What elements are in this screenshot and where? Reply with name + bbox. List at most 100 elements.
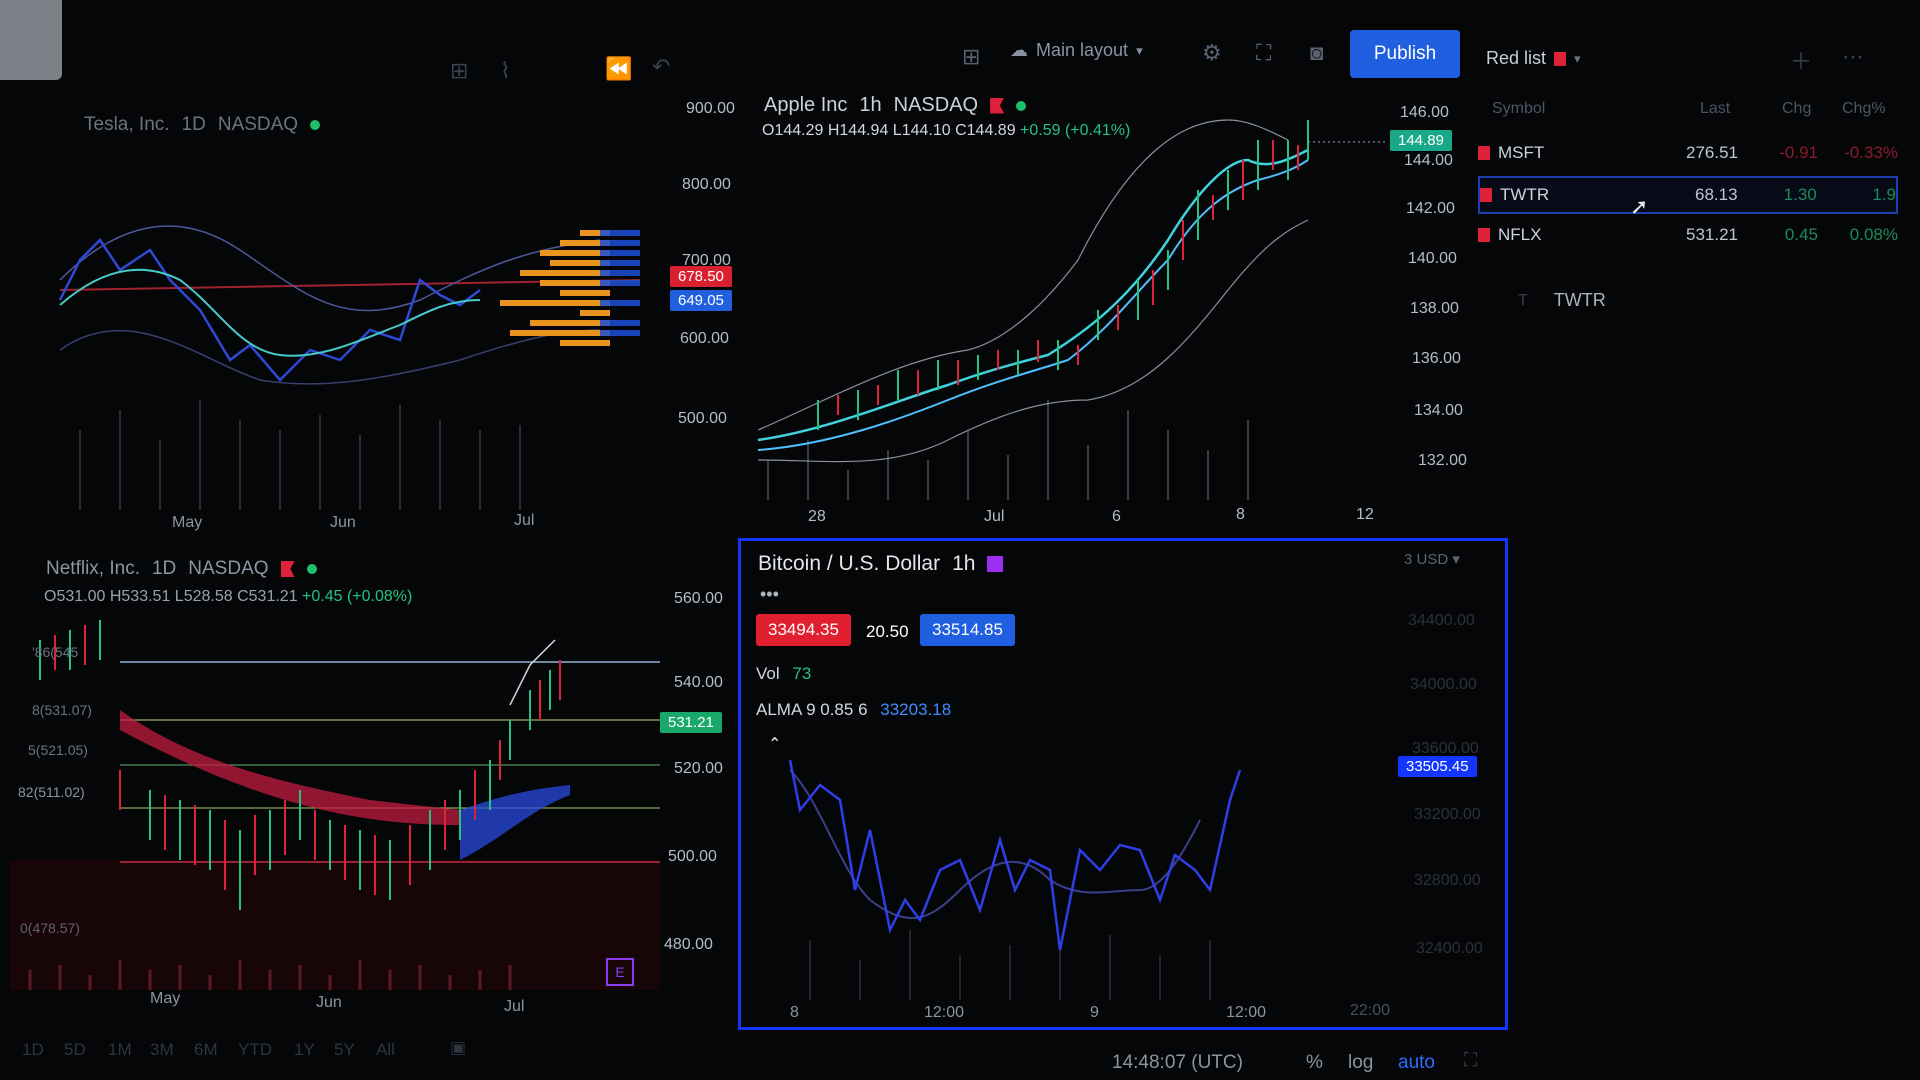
netflix-legend[interactable]: Netflix, Inc. 1D NASDAQ — [46, 558, 317, 580]
compare-icon[interactable]: ⌇ — [500, 58, 511, 84]
alma-indicator: ALMA 9 0.85 6 33203.18 — [756, 700, 951, 720]
timeframe-all[interactable]: All — [376, 1040, 395, 1060]
time-tick: May — [172, 514, 203, 531]
watchlist-row-selected[interactable]: TWTR 68.13 1.30 1.9 — [1478, 176, 1898, 214]
price-tick: 138.00 — [1410, 300, 1459, 317]
row-chg-pct: 1.9 — [1872, 185, 1896, 204]
calendar-icon[interactable]: ▣ — [450, 1038, 466, 1058]
auto-toggle[interactable]: auto — [1398, 1052, 1435, 1074]
watchlist-row[interactable]: MSFT 276.51 -0.91 -0.33% — [1478, 134, 1898, 172]
volume-bars — [79, 400, 521, 510]
flag-icon — [1478, 146, 1490, 160]
earnings-marker-icon[interactable]: E — [606, 958, 634, 986]
watchlist-row[interactable]: NFLX 531.21 0.45 0.08% — [1478, 216, 1898, 254]
close-value: C531.21 — [237, 588, 298, 605]
bitcoin-legend[interactable]: Bitcoin / U.S. Dollar 1h — [758, 552, 1004, 576]
price-tick: 136.00 — [1412, 350, 1461, 367]
gear-icon[interactable]: ⚙ — [1202, 40, 1222, 66]
apple-chart[interactable] — [748, 100, 1388, 500]
flag-icon — [1554, 51, 1567, 66]
price-tick: 144.00 — [1404, 152, 1453, 169]
timeframe-ytd[interactable]: YTD — [238, 1040, 272, 1060]
price-tick: 34000.00 — [1410, 676, 1477, 693]
row-chg: 0.45 — [1784, 225, 1818, 244]
currency-selector[interactable]: 3 USD ▾ — [1404, 550, 1460, 568]
undo-icon[interactable]: ↶ — [652, 54, 670, 80]
timeframe-1m[interactable]: 1M — [108, 1040, 132, 1060]
logo-icon: T — [1518, 291, 1528, 309]
netflix-blue-fill — [460, 785, 570, 860]
timeframe-5d[interactable]: 5D — [64, 1040, 86, 1060]
chevron-down-icon: ▾ — [1574, 50, 1581, 66]
bitcoin-chart[interactable] — [760, 740, 1260, 1000]
price-tick: 34400.00 — [1408, 612, 1475, 629]
row-symbol: TWTR — [1500, 185, 1550, 204]
percent-toggle[interactable]: % — [1306, 1052, 1323, 1074]
level-label: '86(545 — [32, 644, 79, 660]
indicator-icon[interactable]: ⊞ — [450, 58, 468, 84]
flag-icon — [280, 561, 295, 577]
detail-symbol: TWTR — [1553, 290, 1606, 310]
time-tick: 12 — [1356, 506, 1374, 523]
watchlist-selector[interactable]: Red list ▾ — [1486, 48, 1581, 69]
price-tick: 520.00 — [674, 760, 723, 777]
timeframe-5y[interactable]: 5Y — [334, 1040, 355, 1060]
price-tick: 800.00 — [682, 176, 731, 193]
btc-alma-line — [789, 769, 1201, 919]
time-tick: 12:00 — [1226, 1004, 1267, 1021]
interval: 1h — [952, 552, 976, 575]
replay-icon[interactable]: ⏪ — [605, 56, 632, 82]
time-tick: May — [150, 990, 181, 1007]
fullscreen-icon[interactable]: ⛶ — [1256, 40, 1271, 66]
row-last: 531.21 — [1686, 225, 1738, 244]
apple-ma-line — [757, 148, 1309, 442]
volume-bars — [809, 930, 1211, 1000]
price-tick: 142.00 — [1406, 200, 1455, 217]
grid-layout-icon[interactable]: ⊞ — [962, 44, 980, 70]
log-toggle[interactable]: log — [1348, 1052, 1373, 1074]
timeframe-6m[interactable]: 6M — [194, 1040, 218, 1060]
tesla-chart[interactable] — [40, 130, 670, 510]
col-chg[interactable]: Chg — [1782, 100, 1811, 118]
chevron-down-icon: ▾ — [1136, 42, 1143, 58]
low-value: L528.58 — [174, 588, 233, 605]
main-layout-button[interactable]: ☁ Main layout ▾ — [1010, 40, 1143, 61]
more-icon[interactable]: ⋯ — [1842, 44, 1864, 70]
vol-label: Vol — [756, 664, 780, 683]
col-last[interactable]: Last — [1700, 100, 1730, 118]
timeframe-3m[interactable]: 3M — [150, 1040, 174, 1060]
change-value: +0.45 (+0.08%) — [302, 588, 413, 605]
alma-label: ALMA 9 0.85 6 — [756, 700, 868, 719]
fullscreen-icon[interactable]: ⛶ — [1464, 1050, 1477, 1072]
more-options-icon[interactable]: ••• — [760, 584, 779, 605]
col-chg-pct[interactable]: Chg% — [1842, 100, 1886, 118]
add-symbol-icon[interactable]: ＋ — [1790, 44, 1812, 76]
buy-price[interactable]: 33514.85 — [920, 614, 1015, 646]
camera-icon[interactable]: ◙ — [1310, 40, 1323, 66]
watchlist-name: Red list — [1486, 48, 1547, 68]
spread-value: 20.50 — [866, 622, 909, 641]
time-tick: Jun — [316, 994, 342, 1011]
vol-value: 73 — [792, 664, 812, 683]
col-symbol[interactable]: Symbol — [1492, 100, 1545, 118]
last-price-tag: 144.89 — [1390, 130, 1452, 151]
row-symbol: MSFT — [1498, 143, 1545, 162]
time-tick: 9 — [1090, 1004, 1099, 1021]
btc-price-line — [788, 759, 1242, 951]
utc-clock[interactable]: 14:48:07 (UTC) — [1112, 1052, 1243, 1074]
publish-button[interactable]: Publish — [1350, 30, 1460, 78]
time-tick: Jul — [984, 508, 1005, 525]
corner-thumbnail — [0, 0, 62, 80]
timeframe-1d[interactable]: 1D — [22, 1040, 44, 1060]
tesla-band-upper — [59, 225, 601, 312]
last-price-tag: 33505.45 — [1398, 756, 1477, 777]
row-last: 276.51 — [1686, 143, 1738, 162]
netflix-chart[interactable] — [10, 610, 660, 990]
time-tick: Jun — [330, 514, 356, 531]
timeframe-1y[interactable]: 1Y — [294, 1040, 315, 1060]
sell-price[interactable]: 33494.35 — [756, 614, 851, 646]
price-tick: 540.00 — [674, 674, 723, 691]
price-tick: 500.00 — [678, 410, 727, 427]
volume-bars — [767, 400, 1249, 500]
price-tick: 146.00 — [1400, 104, 1449, 121]
